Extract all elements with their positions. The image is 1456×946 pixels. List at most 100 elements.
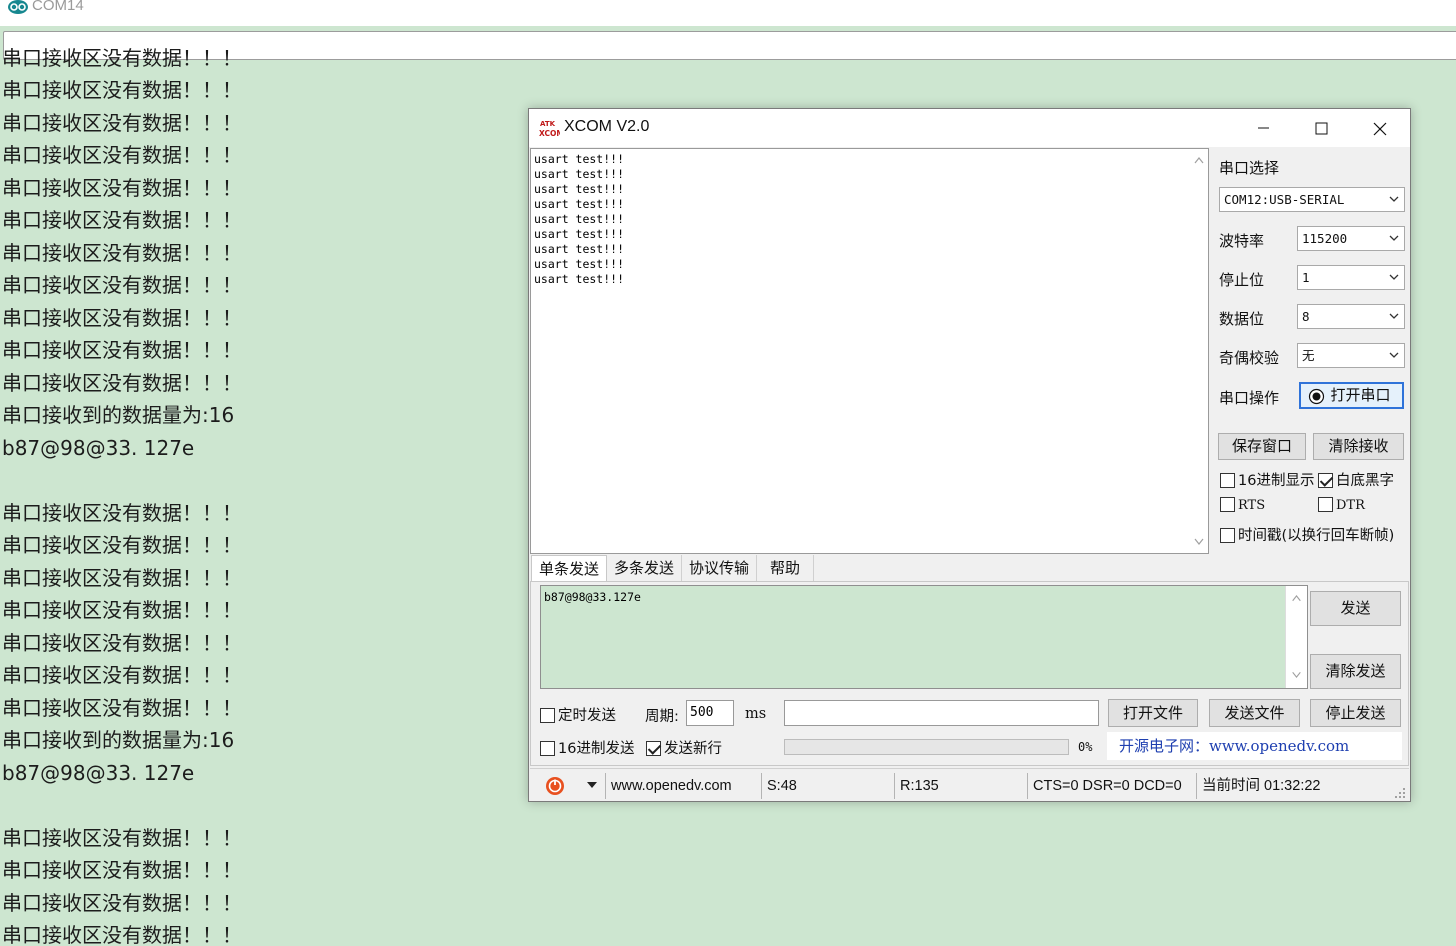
hex-display-checkbox[interactable]: 16进制显示: [1220, 469, 1314, 490]
port-select-value: COM12:USB-SERIAL: [1224, 192, 1345, 207]
dropdown-arrow-icon[interactable]: [587, 782, 597, 789]
close-button[interactable]: [1350, 109, 1408, 147]
checkbox-box[interactable]: [1220, 528, 1235, 543]
output-line: 串口接收区没有数据！！！: [2, 890, 242, 915]
atk-xcom-logo-icon: ATK XCOM: [539, 118, 560, 138]
period-label: 周期:: [645, 709, 679, 725]
chevron-down-icon: [1389, 352, 1399, 358]
baud-value: 115200: [1302, 231, 1348, 246]
open-file-button[interactable]: 打开文件: [1108, 699, 1198, 727]
send-button[interactable]: 发送: [1310, 591, 1401, 626]
send-file-button[interactable]: 发送文件: [1209, 699, 1300, 727]
rts-checkbox[interactable]: RTS: [1220, 497, 1265, 513]
status-url[interactable]: www.openedv.com: [605, 773, 758, 799]
arduino-window-title: COM14: [32, 0, 84, 14]
tab-help[interactable]: 帮助: [757, 555, 814, 581]
open-port-button[interactable]: 打开串口: [1299, 382, 1404, 409]
parity-select[interactable]: 无: [1297, 343, 1405, 368]
status-sent-count: S:48: [761, 773, 891, 799]
period-unit: ms: [745, 706, 767, 722]
output-line: 串口接收区没有数据！！！: [2, 695, 242, 720]
send-newline-checkbox[interactable]: 发送新行: [646, 737, 722, 758]
status-received-count: R:135: [894, 773, 1024, 799]
output-line: 串口接收区没有数据！！！: [2, 208, 242, 232]
send-progress-bar: [784, 739, 1069, 755]
minimize-button[interactable]: [1234, 109, 1292, 147]
output-line: 串口接收区没有数据！！！: [2, 565, 242, 590]
white-bg-label: 白底黑字: [1336, 473, 1394, 489]
white-bg-checkbox[interactable]: 白底黑字: [1318, 469, 1394, 490]
output-line: 串口接收区没有数据！！！: [2, 78, 242, 102]
stopbits-select[interactable]: 1: [1297, 265, 1405, 290]
output-line: 串口接收区没有数据！！！: [2, 370, 242, 395]
clear-send-button[interactable]: 清除发送: [1310, 654, 1401, 689]
output-line: 串口接收区没有数据！！！: [2, 825, 242, 850]
send-newline-label: 发送新行: [664, 741, 722, 757]
promo-link[interactable]: 开源电子网：www.openedv.com: [1107, 732, 1402, 760]
send-panel: b87@98@33.127e 发送 清除发送 定时发送 周期: 500 ms 打…: [530, 581, 1409, 766]
send-text: b87@98@33.127e: [544, 590, 641, 604]
output-line: 串口接收区没有数据！！！: [2, 45, 242, 70]
output-line: 串口接收区没有数据！！！: [2, 338, 242, 362]
receive-textarea[interactable]: usart test!!! usart test!!! usart test!!…: [530, 148, 1209, 554]
file-path-input[interactable]: [784, 700, 1099, 726]
databits-select[interactable]: 8: [1297, 304, 1405, 329]
stopbits-value: 1: [1302, 270, 1310, 285]
port-select[interactable]: COM12:USB-SERIAL: [1219, 187, 1405, 212]
chevron-down-icon: [1389, 196, 1399, 202]
chevron-down-icon: [1389, 274, 1399, 280]
save-window-button[interactable]: 保存窗口: [1218, 433, 1306, 460]
stop-send-button[interactable]: 停止发送: [1310, 699, 1401, 727]
receive-scrollbar[interactable]: [1190, 149, 1208, 553]
output-line: b87@98@33. 127e: [2, 760, 195, 785]
timestamp-label: 时间戳(以换行回车断帧): [1238, 528, 1395, 544]
hex-display-label: 16进制显示: [1238, 473, 1315, 489]
period-input[interactable]: 500: [686, 700, 734, 726]
checkbox-box[interactable]: [1220, 473, 1235, 488]
open-port-label: 打开串口: [1330, 386, 1391, 404]
checkbox-box[interactable]: [1220, 497, 1235, 512]
chevron-down-icon: [1389, 235, 1399, 241]
arduino-serial-output: 串口接收区没有数据！！！ 串口接收区没有数据！！！ 串口接收区没有数据！！！ 串口接收…: [0, 44, 520, 946]
checkbox-box[interactable]: [540, 708, 555, 723]
tab-single-send[interactable]: 单条发送: [531, 555, 607, 581]
xcom-titlebar[interactable]: ATK XCOM XCOM V2.0: [529, 109, 1410, 147]
checkbox-box[interactable]: [540, 741, 555, 756]
baud-select[interactable]: 115200: [1297, 226, 1405, 251]
timestamp-checkbox[interactable]: 时间戳(以换行回车断帧): [1220, 524, 1394, 545]
svg-text:ATK: ATK: [540, 120, 556, 128]
rts-label: RTS: [1238, 498, 1266, 513]
tab-protocol[interactable]: 协议传输: [682, 555, 757, 581]
radio-dot-icon: [1308, 388, 1325, 405]
status-bar: www.openedv.com S:48 R:135 CTS=0 DSR=0 D…: [530, 768, 1409, 801]
databits-label: 数据位: [1219, 310, 1265, 328]
receive-text: usart test!!! usart test!!! usart test!!…: [534, 152, 625, 286]
send-textarea[interactable]: b87@98@33.127e: [540, 585, 1308, 689]
port-op-label: 串口操作: [1219, 389, 1280, 407]
checkbox-box[interactable]: [1318, 473, 1333, 488]
tab-multi-send[interactable]: 多条发送: [607, 555, 682, 581]
status-modem-lines: CTS=0 DSR=0 DCD=0: [1027, 773, 1193, 799]
baud-label: 波特率: [1219, 232, 1265, 250]
send-scrollbar[interactable]: [1285, 586, 1307, 688]
checkbox-box[interactable]: [1318, 497, 1333, 512]
dtr-checkbox[interactable]: DTR: [1318, 497, 1365, 513]
output-line: 串口接收区没有数据！！！: [2, 858, 242, 882]
checkbox-box[interactable]: [646, 741, 661, 756]
dtr-label: DTR: [1336, 498, 1365, 513]
maximize-button[interactable]: [1292, 109, 1350, 147]
resize-grip-icon[interactable]: [1394, 787, 1406, 799]
power-icon[interactable]: [545, 776, 565, 796]
clear-receive-button[interactable]: 清除接收: [1313, 433, 1404, 460]
output-line: 串口接收区没有数据！！！: [2, 533, 242, 557]
parity-value: 无: [1302, 348, 1315, 363]
output-line: 串口接收区没有数据！！！: [2, 110, 242, 135]
output-line: 串口接收区没有数据！！！: [2, 143, 242, 167]
output-line: 串口接收区没有数据！！！: [2, 240, 242, 265]
timed-send-label: 定时发送: [558, 708, 616, 724]
hex-send-checkbox[interactable]: 16进制发送: [540, 737, 634, 758]
timed-send-checkbox[interactable]: 定时发送: [540, 704, 616, 725]
output-line: 串口接收区没有数据！！！: [2, 598, 242, 622]
send-mode-tabs: 单条发送 多条发送 协议传输 帮助: [530, 555, 1409, 582]
output-line: 串口接收区没有数据！！！: [2, 273, 242, 297]
